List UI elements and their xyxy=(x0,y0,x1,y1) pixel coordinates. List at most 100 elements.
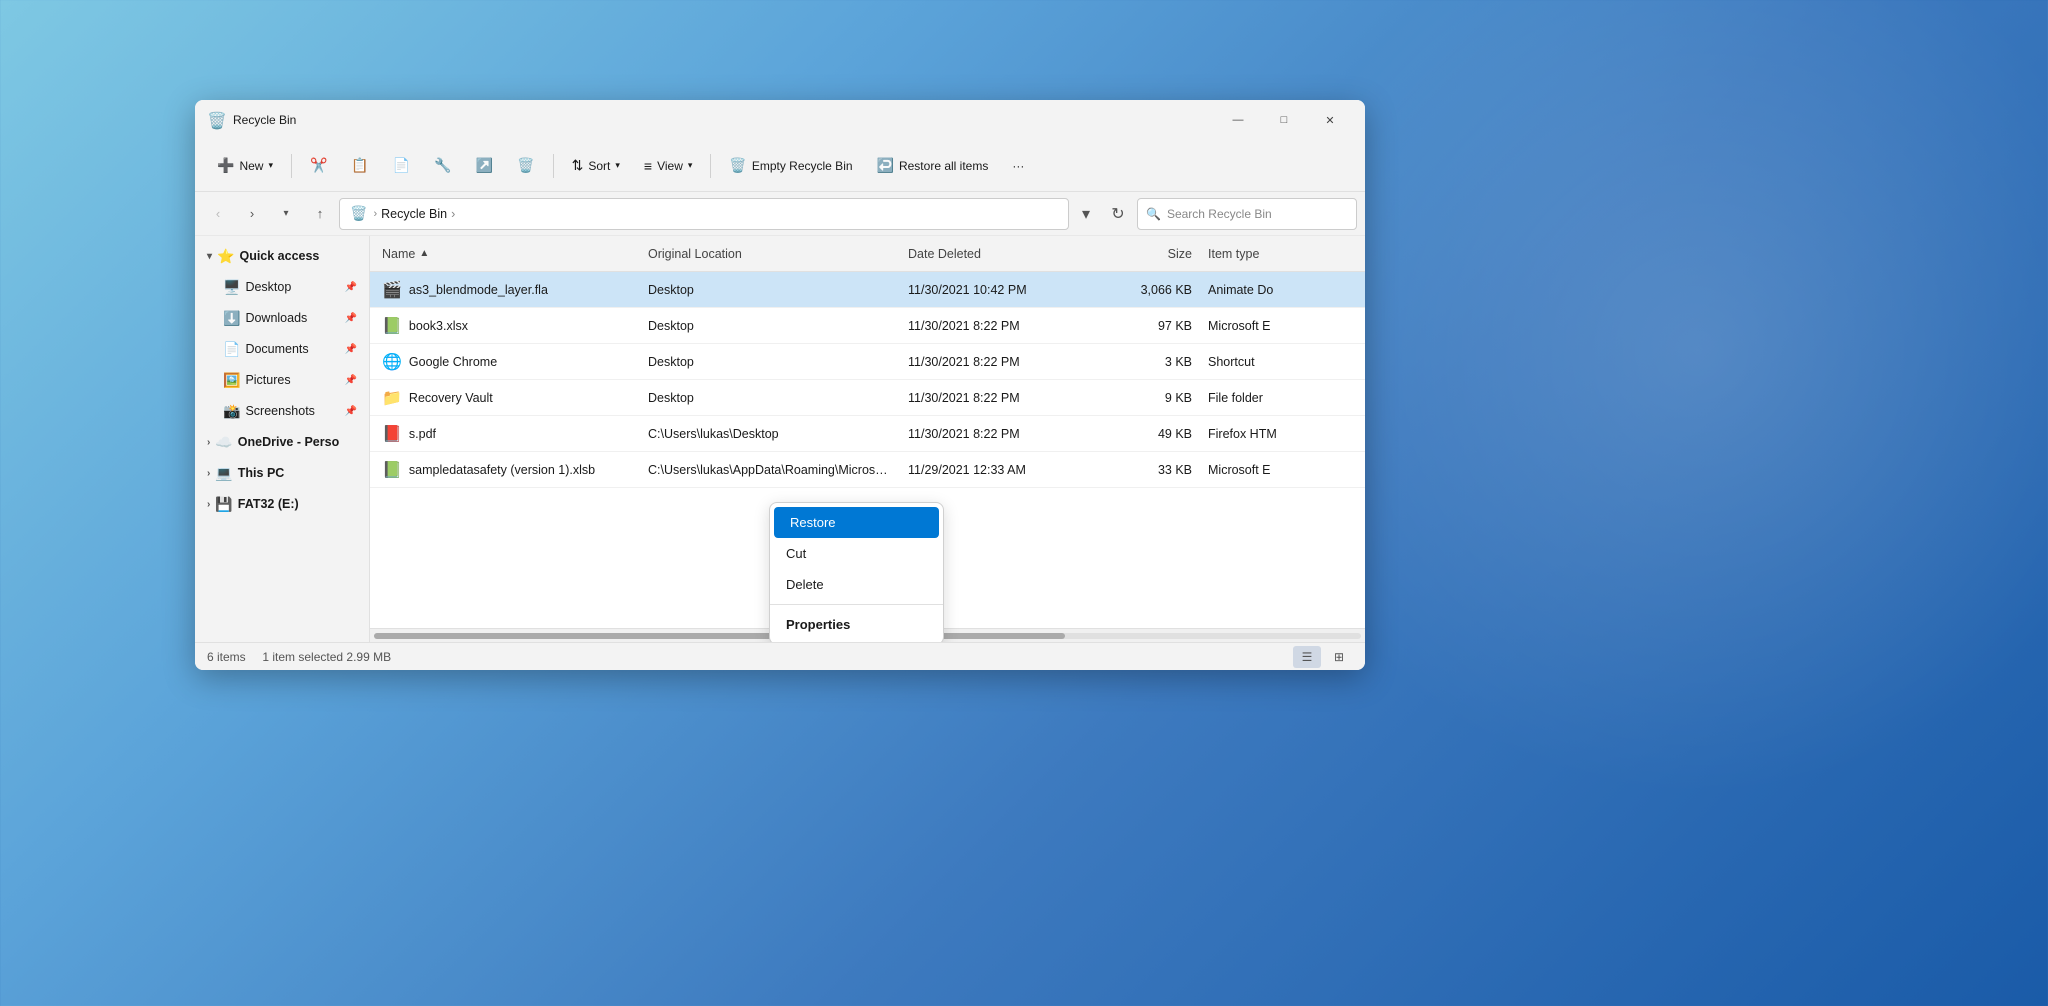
share-button[interactable]: ↗️ xyxy=(466,148,503,184)
col-header-location[interactable]: Original Location xyxy=(640,247,900,261)
context-menu-delete[interactable]: Delete xyxy=(770,569,943,600)
file-date-cell: 11/29/2021 12:33 AM xyxy=(900,463,1100,477)
delete-label: Delete xyxy=(786,577,824,592)
file-name-cell: 📕 s.pdf xyxy=(370,424,640,444)
table-row[interactable]: 🎬 as3_blendmode_layer.fla Desktop 11/30/… xyxy=(370,272,1365,308)
file-date-cell: 11/30/2021 8:22 PM xyxy=(900,427,1100,441)
table-row[interactable]: 📕 s.pdf C:\Users\lukas\Desktop 11/30/202… xyxy=(370,416,1365,452)
rename-icon: 🔧 xyxy=(434,157,451,174)
more-options-button[interactable]: ··· xyxy=(1002,148,1034,184)
rename-button[interactable]: 🔧 xyxy=(424,148,461,184)
file-type-cell: File folder xyxy=(1200,391,1365,405)
screenshots-icon: 📸 xyxy=(223,403,240,420)
address-path[interactable]: 🗑️ › Recycle Bin › xyxy=(339,198,1069,230)
empty-bin-icon: 🗑️ xyxy=(729,157,746,174)
fat32-chevron-icon: › xyxy=(207,499,210,510)
col-header-size[interactable]: Size xyxy=(1100,247,1200,261)
context-menu-cut[interactable]: Cut xyxy=(770,538,943,569)
restore-label: Restore xyxy=(790,515,836,530)
file-icon: 🎬 xyxy=(382,280,402,300)
sidebar-item-pictures[interactable]: 🖼️ Pictures 📌 xyxy=(199,365,365,395)
path-chevron-icon: › xyxy=(451,207,455,221)
file-type-cell: Firefox HTM xyxy=(1200,427,1365,441)
pictures-icon: 🖼️ xyxy=(223,372,240,389)
file-icon: 📗 xyxy=(382,460,402,480)
close-button[interactable]: ✕ xyxy=(1307,104,1353,136)
view-button[interactable]: ≡ View ▾ xyxy=(634,148,703,184)
file-size-cell: 9 KB xyxy=(1100,391,1200,405)
maximize-button[interactable]: □ xyxy=(1261,104,1307,136)
statusbar: 6 items 1 item selected 2.99 MB ☰ ⊞ xyxy=(195,642,1365,670)
sidebar-item-screenshots[interactable]: 📸 Screenshots 📌 xyxy=(199,396,365,426)
file-size-cell: 3 KB xyxy=(1100,355,1200,369)
paste-button[interactable]: 📄 xyxy=(383,148,420,184)
back-button[interactable]: ‹ xyxy=(203,199,233,229)
file-location-cell: Desktop xyxy=(640,391,900,405)
delete-button[interactable]: 🗑️ xyxy=(507,148,544,184)
paste-icon: 📄 xyxy=(393,157,410,174)
search-box[interactable]: 🔍 Search Recycle Bin xyxy=(1137,198,1357,230)
sidebar-item-downloads[interactable]: ⬇️ Downloads 📌 xyxy=(199,303,365,333)
thispc-chevron-icon: › xyxy=(207,468,210,479)
context-menu-properties[interactable]: Properties xyxy=(770,609,943,640)
forward-button[interactable]: › xyxy=(237,199,267,229)
table-row[interactable]: 📗 sampledatasafety (version 1).xlsb C:\U… xyxy=(370,452,1365,488)
table-row[interactable]: 🌐 Google Chrome Desktop 11/30/2021 8:22 … xyxy=(370,344,1365,380)
col-header-date[interactable]: Date Deleted xyxy=(900,247,1100,261)
view-chevron-icon: ▾ xyxy=(688,160,693,171)
list-view-button[interactable]: ☰ xyxy=(1293,646,1321,668)
cut-icon: ✂️ xyxy=(310,157,327,174)
sort-icon: ⇅ xyxy=(572,157,584,174)
screenshots-pin-icon: 📌 xyxy=(345,406,357,417)
restore-all-button[interactable]: ↩️ Restore all items xyxy=(867,148,999,184)
new-button[interactable]: ➕ New ▾ xyxy=(207,148,283,184)
downloads-pin-icon: 📌 xyxy=(345,313,357,324)
grid-view-button[interactable]: ⊞ xyxy=(1325,646,1353,668)
onedrive-section[interactable]: › ☁️ OneDrive - Perso xyxy=(199,427,365,457)
col-header-type[interactable]: Item type xyxy=(1200,247,1365,261)
empty-bin-label: Empty Recycle Bin xyxy=(752,159,853,173)
context-menu-restore[interactable]: Restore xyxy=(774,507,939,538)
table-row[interactable]: 📁 Recovery Vault Desktop 11/30/2021 8:22… xyxy=(370,380,1365,416)
table-row[interactable]: 📗 book3.xlsx Desktop 11/30/2021 8:22 PM … xyxy=(370,308,1365,344)
empty-recycle-bin-button[interactable]: 🗑️ Empty Recycle Bin xyxy=(719,148,862,184)
up-button[interactable]: ↑ xyxy=(305,199,335,229)
restore-all-label: Restore all items xyxy=(899,159,988,173)
share-icon: ↗️ xyxy=(476,157,493,174)
window-controls: — □ ✕ xyxy=(1215,104,1353,136)
sidebar-item-desktop[interactable]: 🖥️ Desktop 📌 xyxy=(199,272,365,302)
file-area: Name ▲ Original Location Date Deleted Si… xyxy=(370,236,1365,642)
quick-access-label: Quick access xyxy=(239,249,319,263)
sidebar-item-documents[interactable]: 📄 Documents 📌 xyxy=(199,334,365,364)
new-chevron-icon: ▾ xyxy=(268,160,273,171)
statusbar-items-count: 6 items 1 item selected 2.99 MB xyxy=(207,650,391,664)
cut-button[interactable]: ✂️ xyxy=(300,148,337,184)
file-icon: 🌐 xyxy=(382,352,402,372)
refresh-button[interactable]: ↻ xyxy=(1103,199,1133,229)
file-name-cell: 📁 Recovery Vault xyxy=(370,388,640,408)
quick-access-section[interactable]: ▾ ⭐ Quick access xyxy=(199,241,365,271)
path-arrow: › xyxy=(373,208,377,220)
documents-pin-icon: 📌 xyxy=(345,344,357,355)
file-type-cell: Shortcut xyxy=(1200,355,1365,369)
file-date-cell: 11/30/2021 8:22 PM xyxy=(900,391,1100,405)
new-icon: ➕ xyxy=(217,157,234,174)
onedrive-chevron-icon: › xyxy=(207,437,210,448)
context-menu-separator xyxy=(770,604,943,605)
toolbar: ➕ New ▾ ✂️ 📋 📄 🔧 ↗️ 🗑️ ⇅ Sort ▾ ≡ xyxy=(195,140,1365,192)
recent-locations-button[interactable]: ▾ xyxy=(271,199,301,229)
minimize-button[interactable]: — xyxy=(1215,104,1261,136)
toolbar-separator-2 xyxy=(553,154,554,178)
thispc-section[interactable]: › 💻 This PC xyxy=(199,458,365,488)
sort-button[interactable]: ⇅ Sort ▾ xyxy=(562,148,630,184)
fat32-section[interactable]: › 💾 FAT32 (E:) xyxy=(199,489,365,519)
addressbar: ‹ › ▾ ↑ 🗑️ › Recycle Bin › ▾ ↻ 🔍 Search … xyxy=(195,192,1365,236)
list-view-icon: ☰ xyxy=(1302,650,1313,664)
scrollbar-thumb[interactable] xyxy=(374,633,1065,639)
file-location-cell: Desktop xyxy=(640,319,900,333)
file-location-cell: C:\Users\lukas\AppData\Roaming\Microsoft… xyxy=(640,463,900,477)
col-header-name[interactable]: Name ▲ xyxy=(370,247,640,261)
copy-button[interactable]: 📋 xyxy=(341,148,378,184)
documents-icon: 📄 xyxy=(223,341,240,358)
address-dropdown-button[interactable]: ▾ xyxy=(1073,201,1099,227)
